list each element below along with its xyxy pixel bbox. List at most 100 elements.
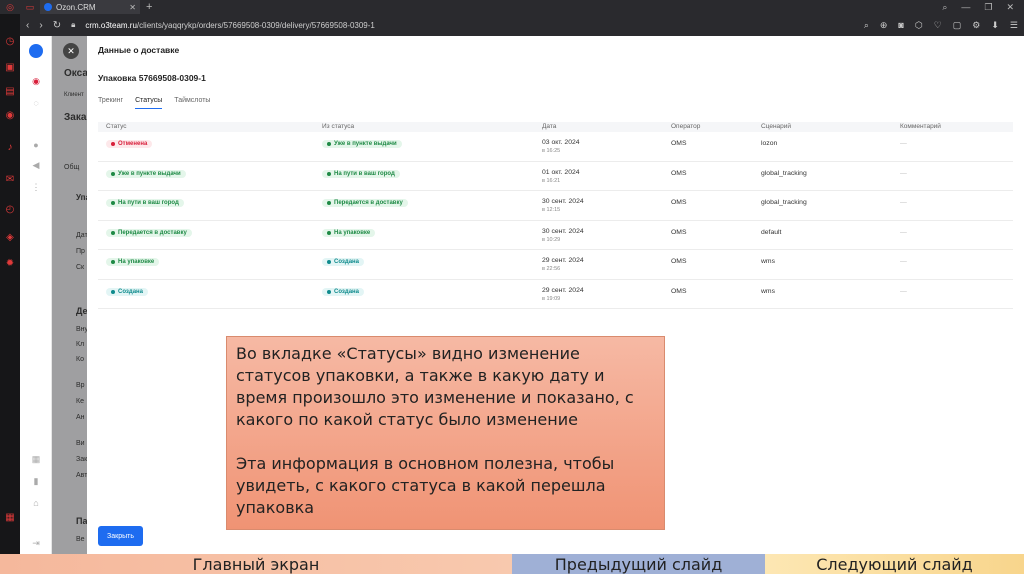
column-header-status: Статус	[106, 123, 127, 130]
from-status-badge: Создана	[322, 258, 365, 266]
column-header-operator: Оператор	[671, 123, 701, 130]
close-button[interactable]: Закрыть	[98, 526, 143, 546]
gear-icon[interactable]: ✹	[4, 258, 16, 270]
download-icon[interactable]: ⬇	[991, 20, 999, 31]
book-icon[interactable]: ▮	[30, 476, 42, 488]
scenario-cell: wms	[761, 287, 775, 295]
table-row[interactable]: На пути в ваш город Передается в доставку…	[98, 191, 1013, 221]
tab-tracking[interactable]: Трекинг	[98, 97, 123, 109]
table-row[interactable]: Отменена Уже в пункте выдачи 03 окт. 2024 в…	[98, 132, 1013, 162]
history-icon[interactable]: ◴	[4, 204, 16, 216]
table-row[interactable]: Создана Создана 29 сент. 2024 в 19:09 OMS wms…	[98, 280, 1013, 309]
operator-cell: OMS	[671, 228, 687, 236]
status-time: в 16:25	[542, 148, 561, 154]
browser-tab[interactable]: Ozon.CRM ✕	[40, 0, 140, 14]
easy-setup-icon[interactable]: ☰	[1010, 20, 1018, 31]
table-body: Отменена Уже в пункте выдачи 03 окт. 2024 в…	[98, 132, 1013, 309]
status-time: в 16:21	[542, 177, 561, 184]
status-date: 03 окт. 2024 в 16:25	[542, 139, 580, 154]
from-status-badge: На пути в ваш город	[322, 169, 400, 178]
forward-icon[interactable]: ›	[39, 20, 42, 31]
address-bar[interactable]: crm.o3team.ru/clients/yaqqrykp/orders/57…	[85, 21, 375, 30]
comment-cell: —	[900, 199, 907, 206]
bookmark-icon[interactable]: ♡	[934, 20, 942, 31]
clock-icon[interactable]: ◌	[30, 98, 42, 110]
comment-cell: —	[900, 228, 907, 236]
scenario-cell: lozon	[761, 140, 778, 147]
browser-tabbar: ◎ ▭ Ozon.CRM ✕ + ⌕ — ❐ ✕	[0, 0, 1024, 14]
from-status-badge: Создана	[322, 287, 365, 296]
music-icon[interactable]: ♪	[4, 142, 16, 154]
scenario-cell: default	[761, 228, 782, 236]
home-icon[interactable]: ⌂	[30, 498, 42, 510]
drawer-overlay[interactable]	[52, 36, 87, 554]
status-badge: Передается в доставку	[106, 228, 192, 237]
drawer-close-icon[interactable]: ✕	[63, 43, 79, 59]
user-icon[interactable]: ●	[30, 140, 42, 152]
reload-icon[interactable]: ↻	[53, 20, 61, 31]
back-icon[interactable]: ‹	[26, 20, 29, 31]
status-badge: Отменена	[106, 140, 153, 148]
crm-rail: ◉ ◌ ● ◀ ⋮ ▦ ▮ ⌂ ⇥	[20, 36, 52, 554]
statuses-table: Статус Из статуса Дата Оператор Сценарий…	[98, 122, 1013, 309]
operator-cell: OMS	[671, 140, 687, 147]
search-tabs-icon[interactable]: ⌕	[942, 2, 947, 13]
tab-timeslots[interactable]: Таймслоты	[174, 97, 210, 109]
messenger-icon[interactable]: ◉	[4, 110, 16, 122]
search-icon[interactable]: ⌕	[864, 20, 869, 31]
drawer-tabs: Трекинг Статусы Таймслоты	[98, 97, 210, 109]
speed-dial-icon[interactable]: ◷	[4, 36, 16, 48]
record-icon[interactable]: ◉	[30, 76, 42, 88]
megaphone-icon[interactable]: ◀	[30, 160, 42, 172]
status-date: 30 сент. 2024 в 10:29	[542, 227, 584, 243]
browser-navbar: ‹ › ↻ 🔒︎ crm.o3team.ru/clients/yaqqrykp/…	[20, 14, 1024, 36]
operator-cell: OMS	[671, 199, 687, 206]
operator-cell: OMS	[671, 287, 687, 295]
prev-slide-button[interactable]: Предыдущий слайд	[512, 554, 765, 574]
next-slide-button[interactable]: Следующий слайд	[765, 554, 1024, 574]
from-status-badge: Уже в пункте выдачи	[322, 140, 402, 148]
scenario-cell: global_tracking	[761, 199, 807, 206]
shopping-icon[interactable]: ▣	[4, 62, 16, 74]
crm-logo-icon	[29, 44, 43, 58]
table-row[interactable]: Передается в доставку На упаковке 30 сент.…	[98, 221, 1013, 250]
tab-close-icon[interactable]: ✕	[129, 3, 136, 12]
sidebar-settings-icon[interactable]: ▦	[4, 512, 16, 524]
cube-icon[interactable]: ◈	[4, 232, 16, 244]
from-status-badge: Передается в доставку	[322, 199, 408, 207]
new-tab-icon[interactable]: +	[146, 1, 152, 13]
flow-icon[interactable]: ✉	[4, 174, 16, 186]
minimize-icon[interactable]: —	[961, 2, 970, 13]
home-slide-button[interactable]: Главный экран	[0, 554, 512, 574]
grid-icon[interactable]: ▦	[30, 454, 42, 466]
camera-icon[interactable]: ◙	[898, 20, 903, 31]
status-badge: На пути в ваш город	[106, 199, 184, 207]
more-icon[interactable]: ⋮	[30, 182, 42, 194]
navbar-tools: ⌕ ⊕ ◙ ⬡ ♡ ▢ ⚙ ⬇ ☰	[864, 20, 1018, 31]
vpn-icon[interactable]: ▢	[953, 20, 962, 31]
tab-statuses[interactable]: Статусы	[135, 97, 163, 109]
column-header-date: Дата	[542, 123, 557, 130]
settings-icon[interactable]: ⚙	[972, 20, 980, 31]
scenario-cell: wms	[761, 258, 775, 265]
close-window-icon[interactable]: ✕	[1006, 2, 1014, 13]
package-title: Упаковка 57669508-0309-1	[98, 73, 206, 83]
logout-icon[interactable]: ⇥	[30, 538, 42, 550]
zoom-icon[interactable]: ⊕	[880, 20, 888, 31]
table-row[interactable]: Уже в пункте выдачи На пути в ваш город 01…	[98, 162, 1013, 191]
status-date: 30 сент. 2024 в 12:15	[542, 198, 584, 213]
status-date: 01 окт. 2024 в 16:21	[542, 168, 580, 184]
tab-overview-icon[interactable]: ▭	[20, 0, 40, 14]
operator-cell: OMS	[671, 169, 687, 177]
status-badge: На упаковке	[106, 258, 160, 266]
ozon-favicon-icon	[44, 3, 52, 11]
lock-icon: 🔒︎	[71, 20, 76, 29]
table-header: Статус Из статуса Дата Оператор Сценарий…	[98, 122, 1013, 132]
maximize-icon[interactable]: ❐	[984, 2, 992, 13]
table-row[interactable]: На упаковке Создана 29 сент. 2024 в 22:56 OM…	[98, 250, 1013, 280]
opera-menu-icon[interactable]: ◎	[0, 0, 20, 14]
extension-icon[interactable]: ⬡	[915, 20, 923, 31]
scenario-cell: global_tracking	[761, 169, 807, 177]
twitch-icon[interactable]: ▤	[4, 86, 16, 98]
from-status-badge: На упаковке	[322, 228, 376, 237]
